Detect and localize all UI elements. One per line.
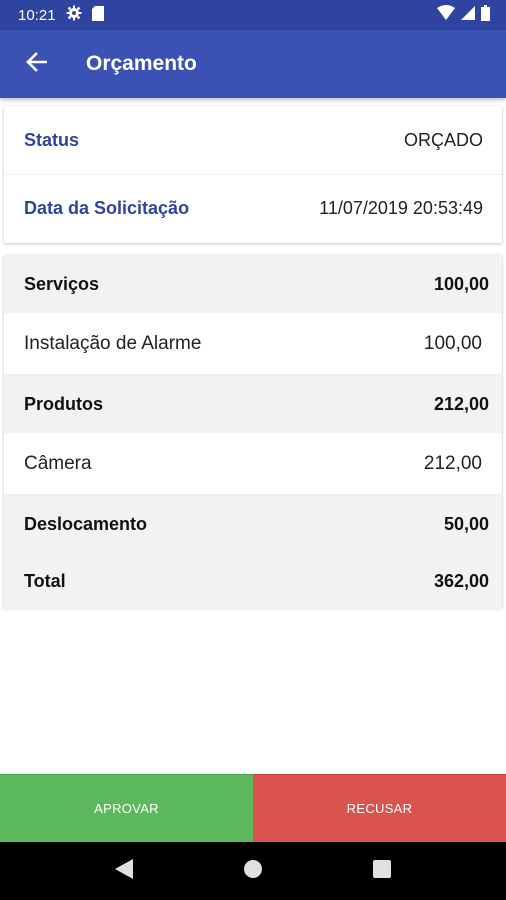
nav-back-button[interactable] bbox=[104, 851, 144, 891]
travel-row: Deslocamento 50,00 bbox=[4, 495, 502, 553]
total-label: Total bbox=[24, 571, 66, 591]
sd-card-icon bbox=[91, 5, 104, 25]
service-item-row: Instalação de Alarme 100,00 bbox=[4, 313, 502, 375]
products-value: 212,00 bbox=[433, 393, 489, 414]
battery-icon bbox=[481, 4, 490, 26]
service-item-label: Instalação de Alarme bbox=[24, 332, 202, 354]
back-button[interactable] bbox=[4, 30, 68, 98]
navigation-bar bbox=[0, 842, 506, 900]
approve-button[interactable]: APROVAR bbox=[0, 774, 253, 842]
summary-card: Serviços 100,00 Instalação de Alarme 100… bbox=[4, 255, 502, 610]
wifi-icon bbox=[437, 5, 455, 25]
request-date-label: Data da Solicitação bbox=[24, 198, 190, 218]
request-date-row: Data da Solicitação 11/07/2019 20:53:49 bbox=[4, 174, 502, 242]
status-bar-left: 10:21 bbox=[18, 5, 104, 25]
action-buttons: APROVAR RECUSAR bbox=[0, 774, 506, 842]
status-value: ORÇADO bbox=[403, 129, 483, 150]
status-card: Status ORÇADO Data da Solicitação 11/07/… bbox=[4, 106, 502, 243]
gear-icon bbox=[66, 5, 82, 25]
nav-home-button[interactable] bbox=[233, 851, 273, 891]
status-label: Status bbox=[24, 129, 80, 150]
product-item-row: Câmera 212,00 bbox=[4, 433, 502, 495]
services-value: 100,00 bbox=[433, 273, 489, 294]
home-circle-icon bbox=[243, 859, 263, 884]
nav-recents-button[interactable] bbox=[362, 851, 402, 891]
services-header-row: Serviços 100,00 bbox=[4, 255, 502, 313]
products-label: Produtos bbox=[24, 393, 103, 414]
recents-square-icon bbox=[372, 859, 391, 883]
product-item-label: Câmera bbox=[24, 452, 92, 474]
services-label: Serviços bbox=[24, 273, 100, 294]
travel-value: 50,00 bbox=[443, 513, 489, 534]
status-bar-right bbox=[437, 4, 490, 26]
page-title: Orçamento bbox=[86, 52, 197, 75]
signal-icon bbox=[461, 5, 475, 25]
total-row: Total 362,00 bbox=[4, 553, 502, 610]
total-value: 362,00 bbox=[433, 571, 489, 591]
back-triangle-icon bbox=[115, 858, 134, 884]
status-row: Status ORÇADO bbox=[4, 106, 502, 174]
arrow-left-icon bbox=[25, 51, 48, 78]
status-bar: 10:21 bbox=[0, 0, 506, 30]
service-item-value: 100,00 bbox=[423, 332, 482, 354]
clock: 10:21 bbox=[18, 6, 56, 24]
product-item-value: 212,00 bbox=[423, 452, 482, 474]
travel-label: Deslocamento bbox=[24, 513, 148, 534]
app-bar: Orçamento bbox=[0, 30, 506, 98]
request-date-value: 11/07/2019 20:53:49 bbox=[319, 198, 483, 218]
products-header-row: Produtos 212,00 bbox=[4, 375, 502, 433]
refuse-button[interactable]: RECUSAR bbox=[253, 774, 506, 842]
